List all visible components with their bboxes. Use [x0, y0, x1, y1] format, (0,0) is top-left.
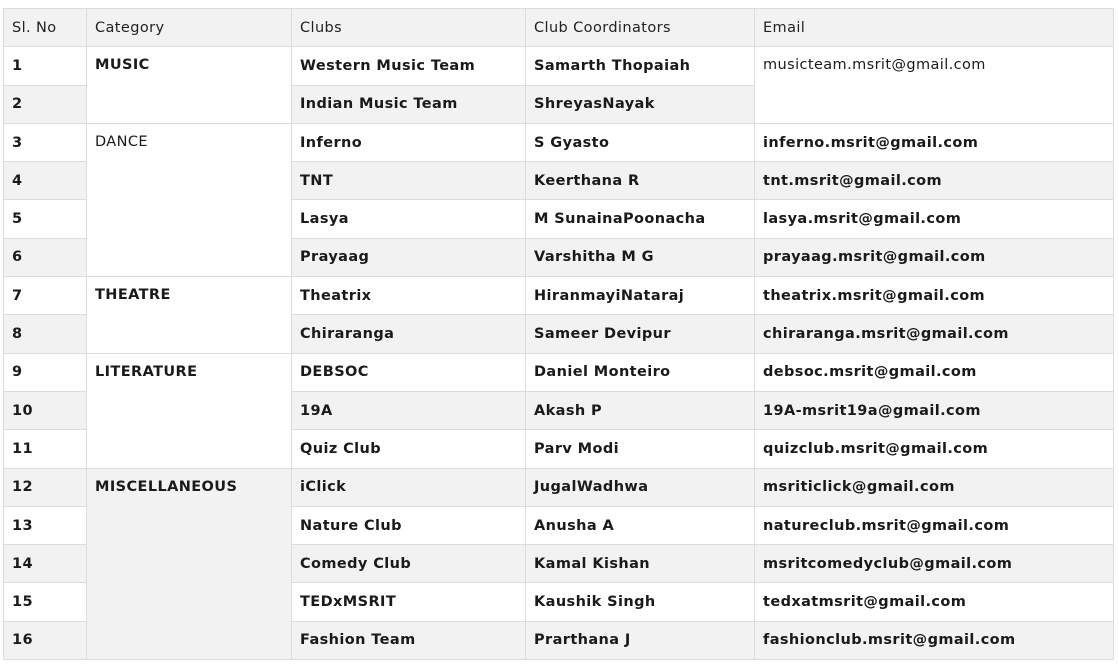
cell-sl-no: 13 [3, 505, 87, 546]
clubs-table-container: Sl. No Category Clubs Club Coordinators … [3, 7, 1114, 661]
cell-email: lasya.msrit@gmail.com [754, 199, 1114, 239]
header-category: Category [86, 7, 292, 48]
cell-sl-no: 2 [3, 84, 87, 124]
cell-category-dance: DANCE [86, 122, 292, 278]
cell-club: Prayaag [291, 237, 526, 278]
cell-email: msriticlick@gmail.com [754, 467, 1114, 507]
cell-coordinator: ShreyasNayak [525, 84, 755, 124]
cell-coordinator: Samarth Thopaiah [525, 46, 755, 86]
cell-sl-no: 12 [3, 467, 87, 507]
cell-club: Lasya [291, 199, 526, 239]
cell-email: debsoc.msrit@gmail.com [754, 352, 1114, 392]
header-email: Email [754, 7, 1114, 48]
cell-coordinator: Daniel Monteiro [525, 352, 755, 392]
table-row: 7 THEATRE Theatrix HiranmayiNataraj thea… [3, 276, 1114, 354]
cell-email: msritcomedyclub@gmail.com [754, 544, 1114, 584]
cell-sl-no: 3 [3, 122, 87, 163]
cell-sl-no: 7 [3, 276, 87, 316]
cell-coordinator: Akash P [525, 390, 755, 431]
cell-club: Quiz Club [291, 429, 526, 469]
cell-sl-no: 9 [3, 352, 87, 392]
cell-sl-no: 4 [3, 161, 87, 201]
cell-coordinator: HiranmayiNataraj [525, 276, 755, 316]
cell-club: Chiraranga [291, 314, 526, 354]
cell-club: Comedy Club [291, 544, 526, 584]
cell-category-misc: MISCELLANEOUS [86, 467, 292, 661]
cell-category-literature: LITERATURE [86, 352, 292, 469]
cell-club: Nature Club [291, 505, 526, 546]
cell-club: Fashion Team [291, 620, 526, 661]
cell-email: natureclub.msrit@gmail.com [754, 505, 1114, 546]
table-row: 9 LITERATURE DEBSOC Daniel Monteiro debs… [3, 352, 1114, 469]
cell-email: prayaag.msrit@gmail.com [754, 237, 1114, 278]
cell-coordinator: Prarthana J [525, 620, 755, 661]
cell-coordinator: S Gyasto [525, 122, 755, 163]
cell-email: quizclub.msrit@gmail.com [754, 429, 1114, 469]
cell-coordinator: M SunainaPoonacha [525, 199, 755, 239]
cell-email: 19A-msrit19a@gmail.com [754, 390, 1114, 431]
cell-category-theatre: THEATRE [86, 276, 292, 354]
cell-email: chiraranga.msrit@gmail.com [754, 314, 1114, 354]
cell-club: DEBSOC [291, 352, 526, 392]
clubs-table: Sl. No Category Clubs Club Coordinators … [3, 7, 1114, 661]
cell-coordinator: JugalWadhwa [525, 467, 755, 507]
cell-sl-no: 5 [3, 199, 87, 239]
cell-coordinator: Parv Modi [525, 429, 755, 469]
cell-email: theatrix.msrit@gmail.com [754, 276, 1114, 316]
cell-email: inferno.msrit@gmail.com [754, 122, 1114, 163]
cell-coordinator: Kamal Kishan [525, 544, 755, 584]
cell-coordinator: Sameer Devipur [525, 314, 755, 354]
cell-sl-no: 1 [3, 46, 87, 86]
table-header-row: Sl. No Category Clubs Club Coordinators … [3, 7, 1114, 48]
cell-club: TNT [291, 161, 526, 201]
cell-club: iClick [291, 467, 526, 507]
cell-club: Indian Music Team [291, 84, 526, 124]
cell-sl-no: 14 [3, 544, 87, 584]
table-row: 12 MISCELLANEOUS iClick JugalWadhwa msri… [3, 467, 1114, 661]
cell-sl-no: 11 [3, 429, 87, 469]
cell-coordinator: Anusha A [525, 505, 755, 546]
header-clubs: Clubs [291, 7, 526, 48]
table-row: 1 MUSIC Western Music Team Samarth Thopa… [3, 46, 1114, 124]
cell-email: tedxatmsrit@gmail.com [754, 582, 1114, 622]
header-sl-no: Sl. No [3, 7, 87, 48]
cell-club: 19A [291, 390, 526, 431]
cell-sl-no: 15 [3, 582, 87, 622]
cell-club: Inferno [291, 122, 526, 163]
cell-sl-no: 16 [3, 620, 87, 661]
cell-sl-no: 8 [3, 314, 87, 354]
cell-email: tnt.msrit@gmail.com [754, 161, 1114, 201]
table-row: 3 DANCE Inferno S Gyasto inferno.msrit@g… [3, 122, 1114, 278]
cell-club: Western Music Team [291, 46, 526, 86]
cell-email: fashionclub.msrit@gmail.com [754, 620, 1114, 661]
cell-sl-no: 10 [3, 390, 87, 431]
cell-category-music: MUSIC [86, 46, 292, 124]
cell-club: Theatrix [291, 276, 526, 316]
cell-coordinator: Kaushik Singh [525, 582, 755, 622]
cell-sl-no: 6 [3, 237, 87, 278]
cell-club: TEDxMSRIT [291, 582, 526, 622]
cell-coordinator: Varshitha M G [525, 237, 755, 278]
cell-coordinator: Keerthana R [525, 161, 755, 201]
cell-email: musicteam.msrit@gmail.com [754, 46, 1114, 124]
header-coordinators: Club Coordinators [525, 7, 755, 48]
